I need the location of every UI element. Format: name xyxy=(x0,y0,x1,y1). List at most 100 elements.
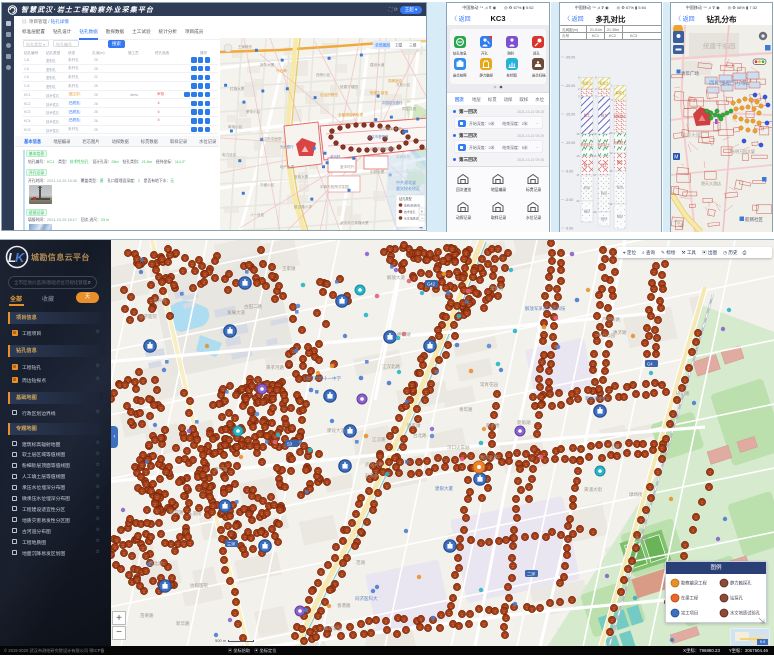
svg-text:江汉北路: 江汉北路 xyxy=(382,363,400,370)
svg-text:常青路: 常青路 xyxy=(490,285,504,292)
svg-text:动探记录: 动探记录 xyxy=(456,215,471,220)
svg-text:水位记录: 水位记录 xyxy=(526,215,541,220)
svg-text:鉴别(检测)孔: 鉴别(检测)孔 xyxy=(404,202,420,207)
svg-text:香港路: 香港路 xyxy=(337,602,351,609)
svg-text:-25.00: -25.00 xyxy=(565,55,575,59)
svg-text:范湖: 范湖 xyxy=(356,559,365,566)
svg-text:22: 22 xyxy=(576,199,580,203)
svg-text:粉砂: 粉砂 xyxy=(601,191,608,196)
svg-text:M: M xyxy=(674,155,678,161)
svg-text:勘察编录工程: 勘察编录工程 xyxy=(681,580,707,587)
svg-text:赵家条: 赵家条 xyxy=(365,472,379,479)
svg-text:武汉天地: 武汉天地 xyxy=(365,461,383,468)
svg-text:老凤祥: 老凤祥 xyxy=(330,154,341,159)
svg-text:−: − xyxy=(421,216,424,221)
svg-text:西松园都市小筑: 西松园都市小筑 xyxy=(709,79,748,87)
svg-text:西北湖: 西北湖 xyxy=(149,560,163,567)
svg-text:粘土: 粘土 xyxy=(584,112,591,117)
svg-text:王家墩东: 王家墩东 xyxy=(238,44,253,49)
svg-text:粘土: 粘土 xyxy=(601,112,608,117)
svg-text:航侧社区: 航侧社区 xyxy=(745,216,763,223)
svg-text:-0.00: -0.00 xyxy=(565,198,573,202)
svg-text:柱状图: 柱状图 xyxy=(507,73,518,78)
svg-text:细砂: 细砂 xyxy=(584,209,591,214)
svg-text:古田二路: 古田二路 xyxy=(244,303,262,310)
svg-text:细砂: 细砂 xyxy=(617,214,624,219)
svg-text:新华大厦: 新华大厦 xyxy=(260,62,275,67)
svg-text:日报大厦: 日报大厦 xyxy=(681,132,701,139)
svg-text:包括的餐位: 包括的餐位 xyxy=(320,92,338,97)
svg-text:委党校老校区: 委党校老校区 xyxy=(396,185,420,191)
svg-text:武汉市第十一中学: 武汉市第十一中学 xyxy=(305,375,341,382)
svg-text:同济医科大: 同济医科大 xyxy=(355,595,378,602)
svg-text:新华路: 新华路 xyxy=(176,620,190,627)
svg-text:13: 13 xyxy=(609,151,613,155)
svg-text:黄浦大街: 黄浦大街 xyxy=(584,486,602,493)
svg-text:建设大道: 建设大道 xyxy=(370,62,385,67)
svg-text:光明万科大厦: 光明万科大厦 xyxy=(731,148,755,154)
svg-text:14: 14 xyxy=(576,154,580,158)
svg-text:粉砂: 粉砂 xyxy=(617,185,624,190)
svg-text:同生花苑: 同生花苑 xyxy=(402,106,417,111)
svg-text:-15.00: -15.00 xyxy=(565,112,575,116)
svg-text:港天大酒店: 港天大酒店 xyxy=(701,180,721,186)
svg-text:粉质粘土: 粉质粘土 xyxy=(614,140,628,145)
svg-text:粉质粘土: 粉质粘土 xyxy=(614,114,628,119)
svg-text:武汉市中医院: 武汉市中医院 xyxy=(260,136,282,141)
svg-text:17: 17 xyxy=(593,173,597,177)
svg-text:解放军某部人民科技: 解放军某部人民科技 xyxy=(525,305,566,312)
svg-text:素填土: 素填土 xyxy=(582,80,592,85)
svg-text:10: 10 xyxy=(609,131,613,135)
svg-text:中山公园: 中山公园 xyxy=(597,332,615,339)
svg-text:唐家墩: 唐家墩 xyxy=(407,422,421,429)
svg-text:14: 14 xyxy=(593,154,597,158)
svg-text:芦沟桥路: 芦沟桥路 xyxy=(602,316,620,323)
svg-text:开孔: 开孔 xyxy=(481,51,488,56)
svg-text:素填土: 素填土 xyxy=(615,90,625,95)
svg-text:青年广场: 青年广场 xyxy=(681,70,699,77)
svg-text:G4: G4 xyxy=(647,361,653,366)
svg-text:在建工程: 在建工程 xyxy=(681,595,699,602)
svg-text:发展大道: 发展大道 xyxy=(227,309,245,316)
svg-text:岩芯扫描: 岩芯扫描 xyxy=(532,73,546,78)
svg-text:西桥小区: 西桥小区 xyxy=(316,72,331,77)
svg-text:岩芯拍照: 岩芯拍照 xyxy=(453,73,467,78)
svg-text:浙商大厦: 浙商大厦 xyxy=(294,174,309,179)
svg-text:头道街: 头道街 xyxy=(188,510,202,517)
svg-text:邮电小区: 邮电小区 xyxy=(228,124,243,129)
svg-text:惠济路: 惠济路 xyxy=(613,329,627,336)
svg-text:常青花园: 常青花园 xyxy=(480,381,498,388)
svg-text:江汉路: 江汉路 xyxy=(372,436,386,443)
svg-text:+: + xyxy=(421,209,424,214)
svg-text:-5.00: -5.00 xyxy=(565,169,573,173)
svg-text:中国农业银行: 中国农业银行 xyxy=(382,100,403,105)
svg-text:新世界中心: 新世界中心 xyxy=(585,395,608,402)
svg-text:崇仁路: 崇仁路 xyxy=(214,466,228,473)
svg-text:中奇万松院式花园: 中奇万松院式花园 xyxy=(320,184,349,189)
svg-text:静力触探: 静力触探 xyxy=(480,73,494,78)
svg-text:武汉市协和医院: 武汉市协和医院 xyxy=(370,146,396,151)
svg-text:粉砂: 粉砂 xyxy=(584,185,591,190)
svg-text:中共湖北省: 中共湖北省 xyxy=(396,179,416,185)
svg-text:建银大厦: 建银大厦 xyxy=(435,485,453,492)
svg-text:钻孔类型: 钻孔类型 xyxy=(399,196,413,201)
svg-text:华盛小区: 华盛小区 xyxy=(260,182,275,187)
svg-text:粘土: 粘土 xyxy=(601,163,608,168)
svg-text:统建干福园: 统建干福园 xyxy=(703,41,736,50)
svg-text:宝丰路: 宝丰路 xyxy=(635,536,649,543)
svg-text:红旗大厦: 红旗大厦 xyxy=(230,86,245,91)
svg-text:粘土: 粘土 xyxy=(584,163,591,168)
svg-text:硚口路: 硚口路 xyxy=(676,390,690,397)
svg-text:王家墩: 王家墩 xyxy=(282,265,296,272)
svg-text:粘土: 粘土 xyxy=(617,159,624,164)
svg-text:汉口火车站: 汉口火车站 xyxy=(447,444,470,451)
svg-text:地产大厦: 地产大厦 xyxy=(280,164,295,169)
svg-text:武汉长江传媒大厦: 武汉长江传媒大厦 xyxy=(340,220,369,225)
svg-text:取水楼: 取水楼 xyxy=(486,422,500,429)
svg-text:钻孔信息: 钻孔信息 xyxy=(453,51,467,56)
svg-text:杨汊湖: 杨汊湖 xyxy=(397,331,411,338)
svg-text:完工项目: 完工项目 xyxy=(681,610,698,617)
svg-text:标贯记录: 标贯记录 xyxy=(526,187,541,192)
svg-text:10: 10 xyxy=(576,132,580,136)
svg-text:粉质粘土: 粉质粘土 xyxy=(581,142,595,147)
